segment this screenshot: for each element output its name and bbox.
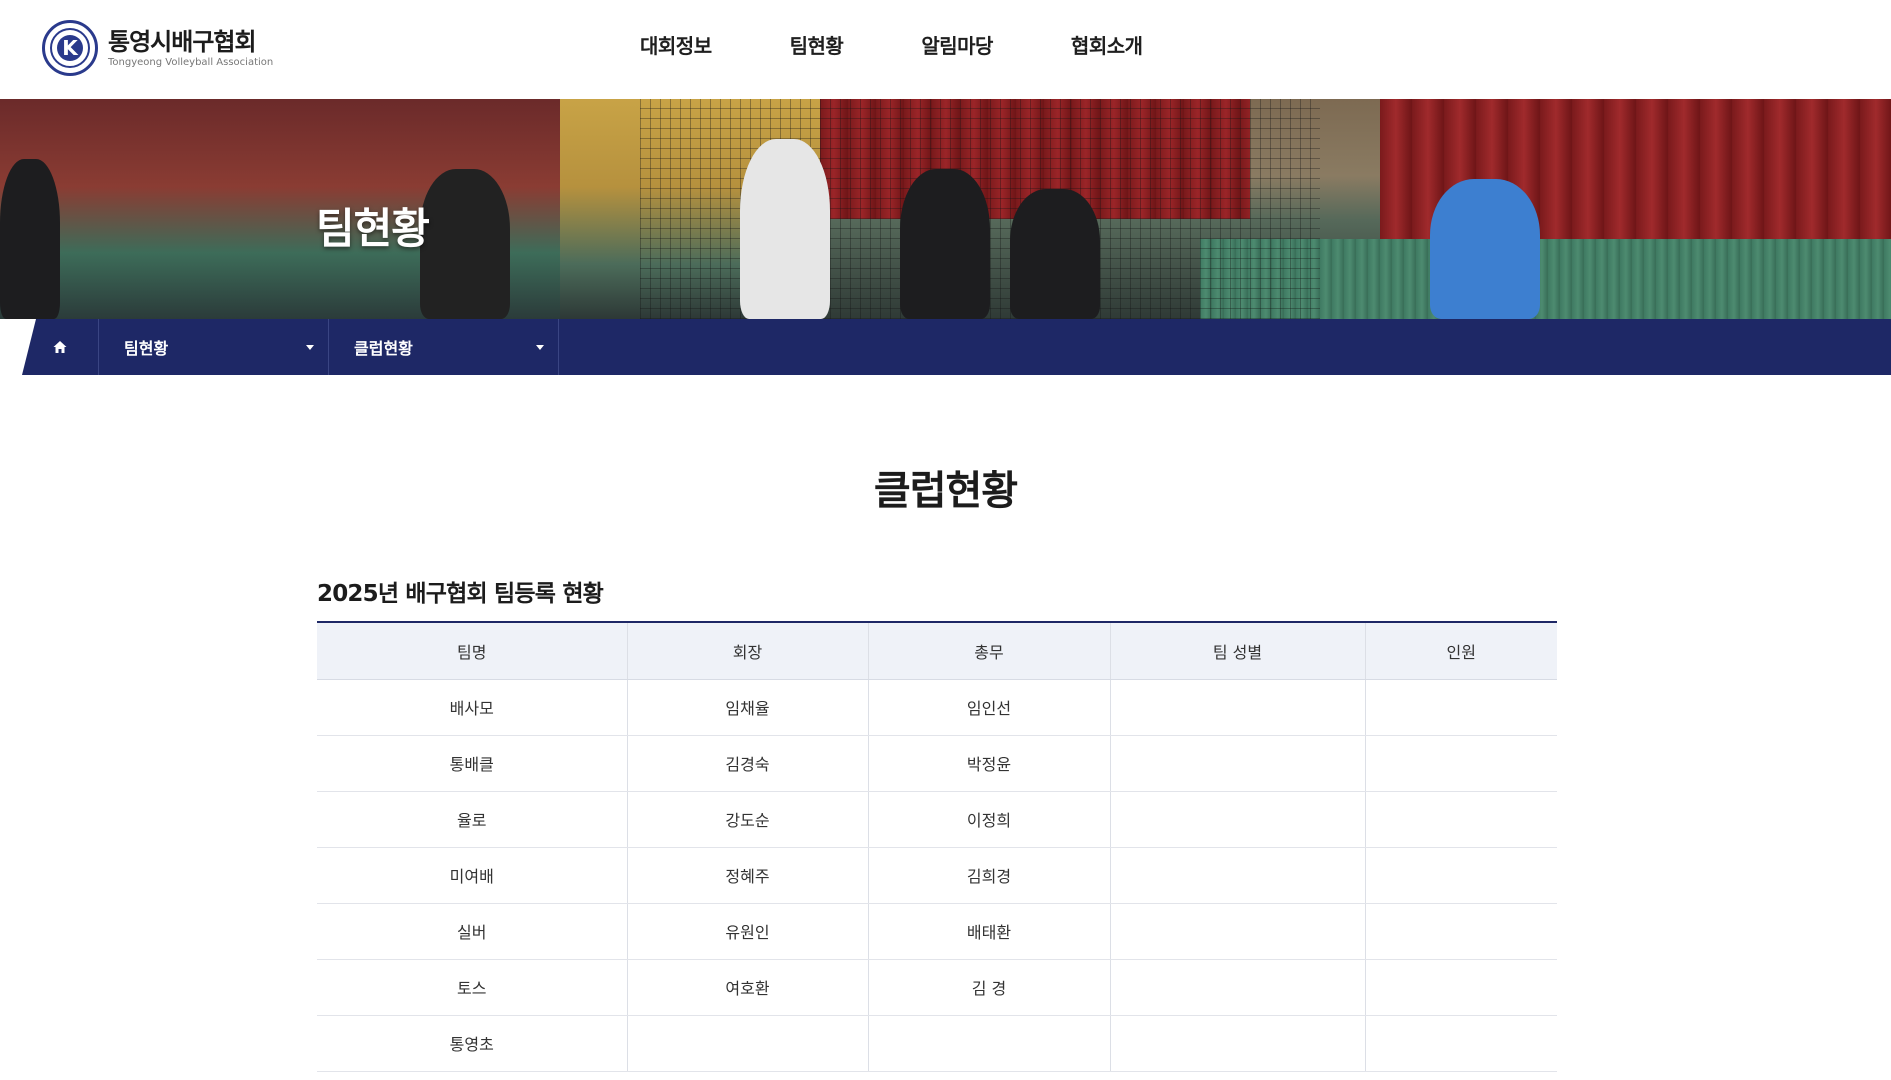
cell-president: [626, 1015, 868, 1072]
nav-item-about[interactable]: 협회소개: [1071, 30, 1143, 59]
breadcrumb-level1-label: 팀현황: [124, 339, 169, 358]
cell-team-name: 실버: [317, 903, 627, 960]
cell-team-gender: [1109, 1015, 1365, 1072]
cell-team-gender: [1109, 959, 1365, 1016]
cell-president: 김경숙: [626, 735, 868, 792]
nav-item-team-status[interactable]: 팀현황: [790, 30, 844, 59]
cell-team-gender: [1109, 791, 1365, 848]
hero-banner-image: 팀현황: [0, 99, 1891, 319]
nav-item-competition-info[interactable]: 대회정보: [640, 30, 712, 59]
section-title: 2025년 배구협회 팀등록 현황: [317, 581, 604, 607]
association-emblem-icon: K: [42, 20, 98, 76]
team-registration-table: 팀명 회장 총무 팀 성별 인원 배사모 임채율 임인선 통배클 김경숙 박정윤…: [317, 621, 1557, 1072]
breadcrumb-home[interactable]: [22, 319, 98, 375]
column-header-team-gender: 팀 성별: [1109, 621, 1365, 680]
table-row: 통배클 김경숙 박정윤: [317, 735, 1557, 792]
table-row: 토스 여호환 김 경: [317, 959, 1557, 1016]
logo-subtitle: Tongyeong Volleyball Association: [108, 57, 274, 68]
cell-team-name: 토스: [317, 959, 627, 1016]
breadcrumb-dropdown-level2[interactable]: 클럽현황: [328, 319, 558, 375]
cell-members: [1364, 791, 1557, 848]
cell-team-name: 통영초: [317, 1015, 627, 1072]
cell-members: [1364, 959, 1557, 1016]
table-row: 배사모 임채율 임인선: [317, 679, 1557, 736]
page-title: 클럽현황: [873, 468, 1018, 514]
cell-team-gender: [1109, 847, 1365, 904]
home-icon: [53, 341, 67, 353]
cell-president: 임채율: [626, 679, 868, 736]
breadcrumb-dropdown-level1[interactable]: 팀현황: [98, 319, 328, 375]
cell-members: [1364, 847, 1557, 904]
column-header-secretary: 총무: [867, 621, 1110, 680]
cell-members: [1364, 1015, 1557, 1072]
caret-down-icon: [306, 344, 314, 350]
table-row: 통영초: [317, 1015, 1557, 1072]
cell-members: [1364, 735, 1557, 792]
logo-title: 통영시배구협회: [108, 28, 257, 56]
cell-team-name: 통배클: [317, 735, 627, 792]
cell-secretary: 임인선: [867, 679, 1110, 736]
cell-team-name: 미여배: [317, 847, 627, 904]
caret-down-icon: [536, 344, 544, 350]
cell-team-name: 율로: [317, 791, 627, 848]
table-row: 실버 유원인 배태환: [317, 903, 1557, 960]
emblem-letter: K: [57, 35, 83, 61]
table-row: 미여배 정혜주 김희경: [317, 847, 1557, 904]
cell-secretary: [867, 1015, 1110, 1072]
cell-president: 여호환: [626, 959, 868, 1016]
cell-members: [1364, 679, 1557, 736]
cell-secretary: 이정희: [867, 791, 1110, 848]
breadcrumb-level2-label: 클럽현황: [354, 339, 413, 358]
cell-secretary: 김희경: [867, 847, 1110, 904]
table-header-row: 팀명 회장 총무 팀 성별 인원: [317, 621, 1557, 680]
table-row: 율로 강도순 이정희: [317, 791, 1557, 848]
hero-title: 팀현황: [316, 204, 430, 253]
cell-president: 강도순: [626, 791, 868, 848]
cell-secretary: 김 경: [867, 959, 1110, 1016]
column-header-president: 회장: [626, 621, 868, 680]
cell-team-name: 배사모: [317, 679, 627, 736]
cell-team-gender: [1109, 735, 1365, 792]
cell-secretary: 배태환: [867, 903, 1110, 960]
cell-secretary: 박정윤: [867, 735, 1110, 792]
cell-members: [1364, 903, 1557, 960]
cell-president: 유원인: [626, 903, 868, 960]
column-header-members: 인원: [1364, 621, 1557, 680]
main-navigation: 대회정보 팀현황 알림마당 협회소개: [640, 30, 1221, 59]
nav-item-notices[interactable]: 알림마당: [921, 30, 993, 59]
site-header: K 통영시배구협회 Tongyeong Volleyball Associati…: [0, 0, 1891, 99]
site-logo[interactable]: K 통영시배구협회 Tongyeong Volleyball Associati…: [42, 20, 273, 76]
column-header-team-name: 팀명: [317, 621, 627, 680]
cell-team-gender: [1109, 903, 1365, 960]
cell-team-gender: [1109, 679, 1365, 736]
cell-president: 정혜주: [626, 847, 868, 904]
